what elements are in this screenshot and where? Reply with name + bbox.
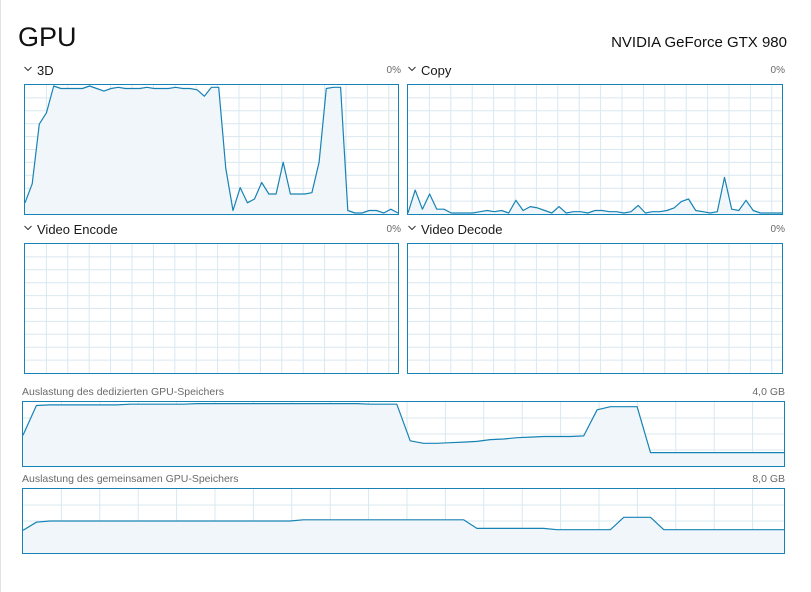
engine-graph-video-decode: [407, 243, 783, 374]
engine-selector-copy[interactable]: Copy: [408, 63, 451, 79]
graph-canvas: [408, 85, 782, 214]
shared-memory-label: Auslastung des gemeinsamen GPU-Speichers: [22, 473, 239, 485]
shared-memory-graph: [22, 488, 785, 554]
chevron-down-icon: [408, 224, 416, 232]
engine-label: Video Decode: [421, 222, 503, 237]
chevron-down-icon: [408, 65, 416, 73]
usage-area: [23, 403, 784, 466]
dedicated-memory-label: Auslastung des dedizierten GPU-Speichers: [22, 386, 224, 398]
graph-canvas: [25, 244, 398, 373]
graph-canvas: [23, 402, 784, 466]
graph-canvas: [408, 244, 782, 373]
engine-selector-video-decode[interactable]: Video Decode: [408, 222, 502, 238]
engine-selector-video-encode[interactable]: Video Encode: [24, 222, 118, 238]
engine-percent: 0%: [386, 224, 401, 235]
dedicated-memory-value: 4,0 GB: [752, 386, 785, 398]
engine-percent: 0%: [770, 65, 785, 76]
chevron-down-icon: [24, 224, 32, 232]
graph-canvas: [25, 85, 398, 214]
engine-percent: 0%: [386, 65, 401, 76]
engine-percent: 0%: [770, 224, 785, 235]
dedicated-memory-graph: [22, 401, 785, 467]
graph-canvas: [23, 489, 784, 553]
engine-selector-3d[interactable]: 3D: [24, 63, 54, 79]
engine-graph-3d: [24, 84, 399, 215]
engine-graph-video-encode: [24, 243, 399, 374]
page-title: GPU: [18, 22, 77, 52]
engine-graph-copy: [407, 84, 783, 215]
engine-label: Video Encode: [37, 222, 118, 237]
shared-memory-value: 8,0 GB: [752, 473, 785, 485]
engine-label: 3D: [37, 63, 54, 78]
window-left-edge: [0, 0, 1, 592]
engine-label: Copy: [421, 63, 452, 78]
usage-area: [23, 517, 784, 553]
gpu-name: NVIDIA GeForce GTX 980: [611, 34, 787, 51]
chevron-down-icon: [24, 65, 32, 73]
